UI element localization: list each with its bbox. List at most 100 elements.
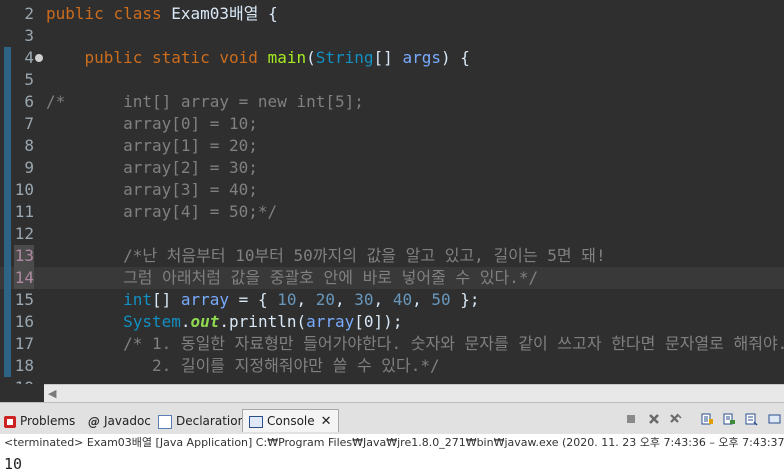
code-token: array — [180, 290, 230, 309]
code-token: , — [373, 290, 393, 309]
code-editor[interactable]: 2 public class Exam03배열 {3 4 public static… — [0, 0, 784, 384]
line-code: /* int[] array = new int[5]; — [46, 91, 364, 113]
line-number: 13 — [14, 245, 34, 267]
line-code: int[] array = { 10, 20, 30, 40, 50 }; — [46, 289, 480, 311]
code-token: array[1] = 20; — [46, 136, 258, 155]
code-line[interactable]: 5 — [0, 69, 784, 91]
code-line[interactable]: 15 int[] array = { 10, 20, 30, 40, 50 }; — [0, 289, 784, 311]
line-code: System.out.println(array[0]); — [46, 311, 402, 333]
javadoc-icon: @ — [88, 414, 100, 429]
pin-icon[interactable] — [722, 412, 736, 426]
code-token: [] — [151, 290, 181, 309]
fold-toggle-icon[interactable] — [35, 54, 43, 62]
code-line[interactable]: 11 array[4] = 50;*/ — [0, 201, 784, 223]
code-token: 20 — [315, 290, 336, 309]
line-number: 11 — [14, 202, 34, 221]
code-token: . — [180, 312, 191, 331]
code-token: array — [306, 312, 355, 331]
code-line[interactable]: 3 — [0, 25, 784, 47]
code-token: , — [412, 290, 432, 309]
change-marker — [4, 267, 11, 289]
code-line[interactable]: 17 /* 1. 동일한 자료형만 들어가야한다. 숫자와 문자를 같이 쓰고자… — [0, 333, 784, 355]
code-token: System — [46, 312, 181, 331]
change-marker — [4, 201, 11, 223]
code-token: args — [402, 48, 441, 67]
code-line[interactable]: 10 array[3] = 40; — [0, 179, 784, 201]
remove-all-icon[interactable] — [669, 412, 683, 426]
open-console-icon[interactable] — [768, 412, 782, 426]
code-token: /* int[] array = new int[5]; — [46, 92, 364, 111]
change-marker — [4, 245, 11, 267]
line-number: 5 — [24, 70, 34, 89]
scroll-lock-icon[interactable] — [700, 412, 714, 426]
change-marker — [4, 135, 11, 157]
tab-javadoc-label: Javadoc — [104, 414, 151, 428]
close-icon[interactable]: ✕ — [321, 414, 332, 429]
gutter-bottom — [0, 384, 44, 402]
code-line[interactable]: 19 — [0, 377, 784, 384]
line-code: /* 1. 동일한 자료형만 들어가야한다. 숫자와 문자를 같이 쓰고자 한다… — [46, 333, 784, 355]
change-marker — [4, 355, 11, 377]
code-token: static — [151, 48, 220, 67]
console-tab-bar: Problems @ Javadoc Declaration Console ✕ — [0, 402, 784, 435]
code-line[interactable]: 18 2. 길이를 지정해줘야만 쓸 수 있다.*/ — [0, 355, 784, 377]
remove-launch-icon[interactable] — [647, 412, 661, 426]
code-line[interactable]: 4 public static void main(String[] args)… — [0, 47, 784, 69]
code-token: }; — [450, 290, 480, 309]
code-token: 10 — [277, 290, 297, 309]
code-line[interactable]: 8 array[1] = 20; — [0, 135, 784, 157]
line-number: 10 — [14, 180, 34, 199]
tab-console[interactable]: Console ✕ — [242, 409, 339, 432]
horizontal-scrollbar[interactable]: ◀ — [44, 384, 784, 403]
code-token: , — [296, 290, 316, 309]
code-line[interactable]: 9 array[2] = 30; — [0, 157, 784, 179]
code-token: , — [335, 290, 355, 309]
code-token: String — [315, 48, 374, 67]
code-token: /* 1. 동일한 자료형만 들어가야한다. 숫자와 문자를 같이 쓰고자 한다… — [46, 334, 784, 353]
declaration-icon — [158, 414, 172, 429]
code-line[interactable]: 6 /* int[] array = new int[5]; — [0, 91, 784, 113]
console-output[interactable]: 10 — [0, 452, 784, 476]
line-number: 7 — [24, 114, 34, 133]
change-marker — [4, 311, 11, 333]
line-number: 19 — [14, 377, 34, 384]
console-icon — [249, 415, 263, 428]
tab-declaration[interactable]: Declaration — [158, 410, 245, 432]
line-code: /*난 처음부터 10부터 50까지의 값을 알고 있고, 길이는 5면 돼! — [46, 245, 606, 267]
line-number: 17 — [14, 334, 34, 353]
change-marker — [4, 91, 11, 113]
tab-javadoc[interactable]: @ Javadoc — [88, 410, 151, 432]
code-line[interactable]: 14 그럼 아래처럼 값을 중괄호 안에 바로 넣어줄 수 있다.*/ — [0, 267, 784, 289]
terminate-icon[interactable] — [624, 412, 638, 426]
display-console-icon[interactable] — [744, 412, 758, 426]
code-token: Exam03배열 { — [171, 4, 278, 23]
code-token: = { — [229, 290, 278, 309]
code-token: .println( — [219, 312, 307, 331]
change-marker — [4, 333, 11, 355]
code-line[interactable]: 2 public class Exam03배열 { — [0, 3, 784, 25]
line-code: public class Exam03배열 { — [46, 3, 278, 25]
tab-console-label: Console — [267, 414, 315, 428]
line-number: 15 — [14, 290, 34, 309]
tab-problems[interactable]: Problems — [4, 410, 75, 432]
problems-icon — [4, 415, 16, 428]
line-number: 6 — [24, 92, 34, 111]
line-code: array[1] = 20; — [46, 135, 258, 157]
code-token: array[3] = 40; — [46, 180, 258, 199]
code-token: main — [267, 48, 307, 67]
tab-declaration-label: Declaration — [176, 414, 246, 428]
line-number: 14 — [14, 267, 34, 289]
code-token: [0]); — [354, 312, 403, 331]
scroll-left-icon[interactable]: ◀ — [48, 387, 56, 400]
code-token: public — [46, 48, 152, 67]
code-token: array[2] = 30; — [46, 158, 258, 177]
console-status-line: <terminated> Exam03배열 [Java Application]… — [0, 434, 784, 452]
code-line[interactable]: 16 System.out.println(array[0]); — [0, 311, 784, 333]
code-line[interactable]: 12 — [0, 223, 784, 245]
code-token: int — [46, 290, 152, 309]
code-line[interactable]: 13 /*난 처음부터 10부터 50까지의 값을 알고 있고, 길이는 5면 … — [0, 245, 784, 267]
line-number: 18 — [14, 356, 34, 375]
change-marker — [4, 69, 11, 91]
code-line[interactable]: 7 array[0] = 10; — [0, 113, 784, 135]
change-marker — [4, 113, 11, 135]
